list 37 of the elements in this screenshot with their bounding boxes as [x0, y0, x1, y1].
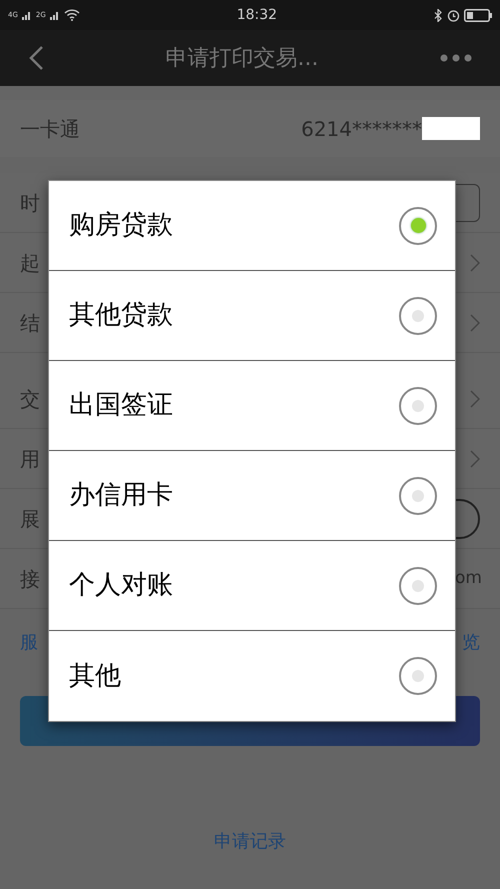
row-label: 起 [20, 250, 40, 276]
chevron-icon [470, 390, 480, 408]
radio-button[interactable] [399, 657, 437, 695]
row-label: 展 [20, 506, 40, 532]
row-label: 用 [20, 446, 40, 472]
row-label: 结 [20, 310, 40, 336]
back-icon[interactable] [28, 45, 44, 71]
row-label: 接 [20, 566, 40, 592]
option-item[interactable]: 购房贷款 [49, 181, 455, 271]
card-label: 一卡通 [20, 116, 80, 142]
alarm-icon [446, 8, 460, 22]
option-item[interactable]: 出国签证 [49, 361, 455, 451]
chevron-icon [470, 314, 480, 332]
redaction-block [422, 117, 480, 140]
option-item[interactable]: 办信用卡 [49, 451, 455, 541]
status-time: 18:32 [236, 6, 278, 24]
battery-icon [464, 8, 492, 22]
window-title: 申请打印交易... [166, 44, 318, 72]
chevron-icon [470, 450, 480, 468]
option-item[interactable]: 其他 [49, 631, 455, 721]
radio-button[interactable] [399, 296, 437, 334]
wifi-icon [64, 9, 80, 21]
row-label: 交 [20, 386, 40, 412]
bluetooth-icon [434, 8, 443, 22]
option-item[interactable]: 个人对账 [49, 541, 455, 631]
signal-icon [50, 10, 60, 20]
radio-button[interactable] [399, 476, 437, 514]
card-number: 6214******* [301, 116, 422, 142]
signal-icon [22, 10, 32, 20]
row-value: om [455, 566, 482, 590]
option-item[interactable]: 其他贷款 [49, 271, 455, 361]
radio-button[interactable] [399, 566, 437, 604]
radio-button[interactable] [399, 386, 437, 424]
row-label: 时 [20, 190, 40, 216]
chevron-icon [470, 254, 480, 272]
more-icon[interactable] [440, 54, 472, 62]
radio-button[interactable] [399, 206, 437, 244]
